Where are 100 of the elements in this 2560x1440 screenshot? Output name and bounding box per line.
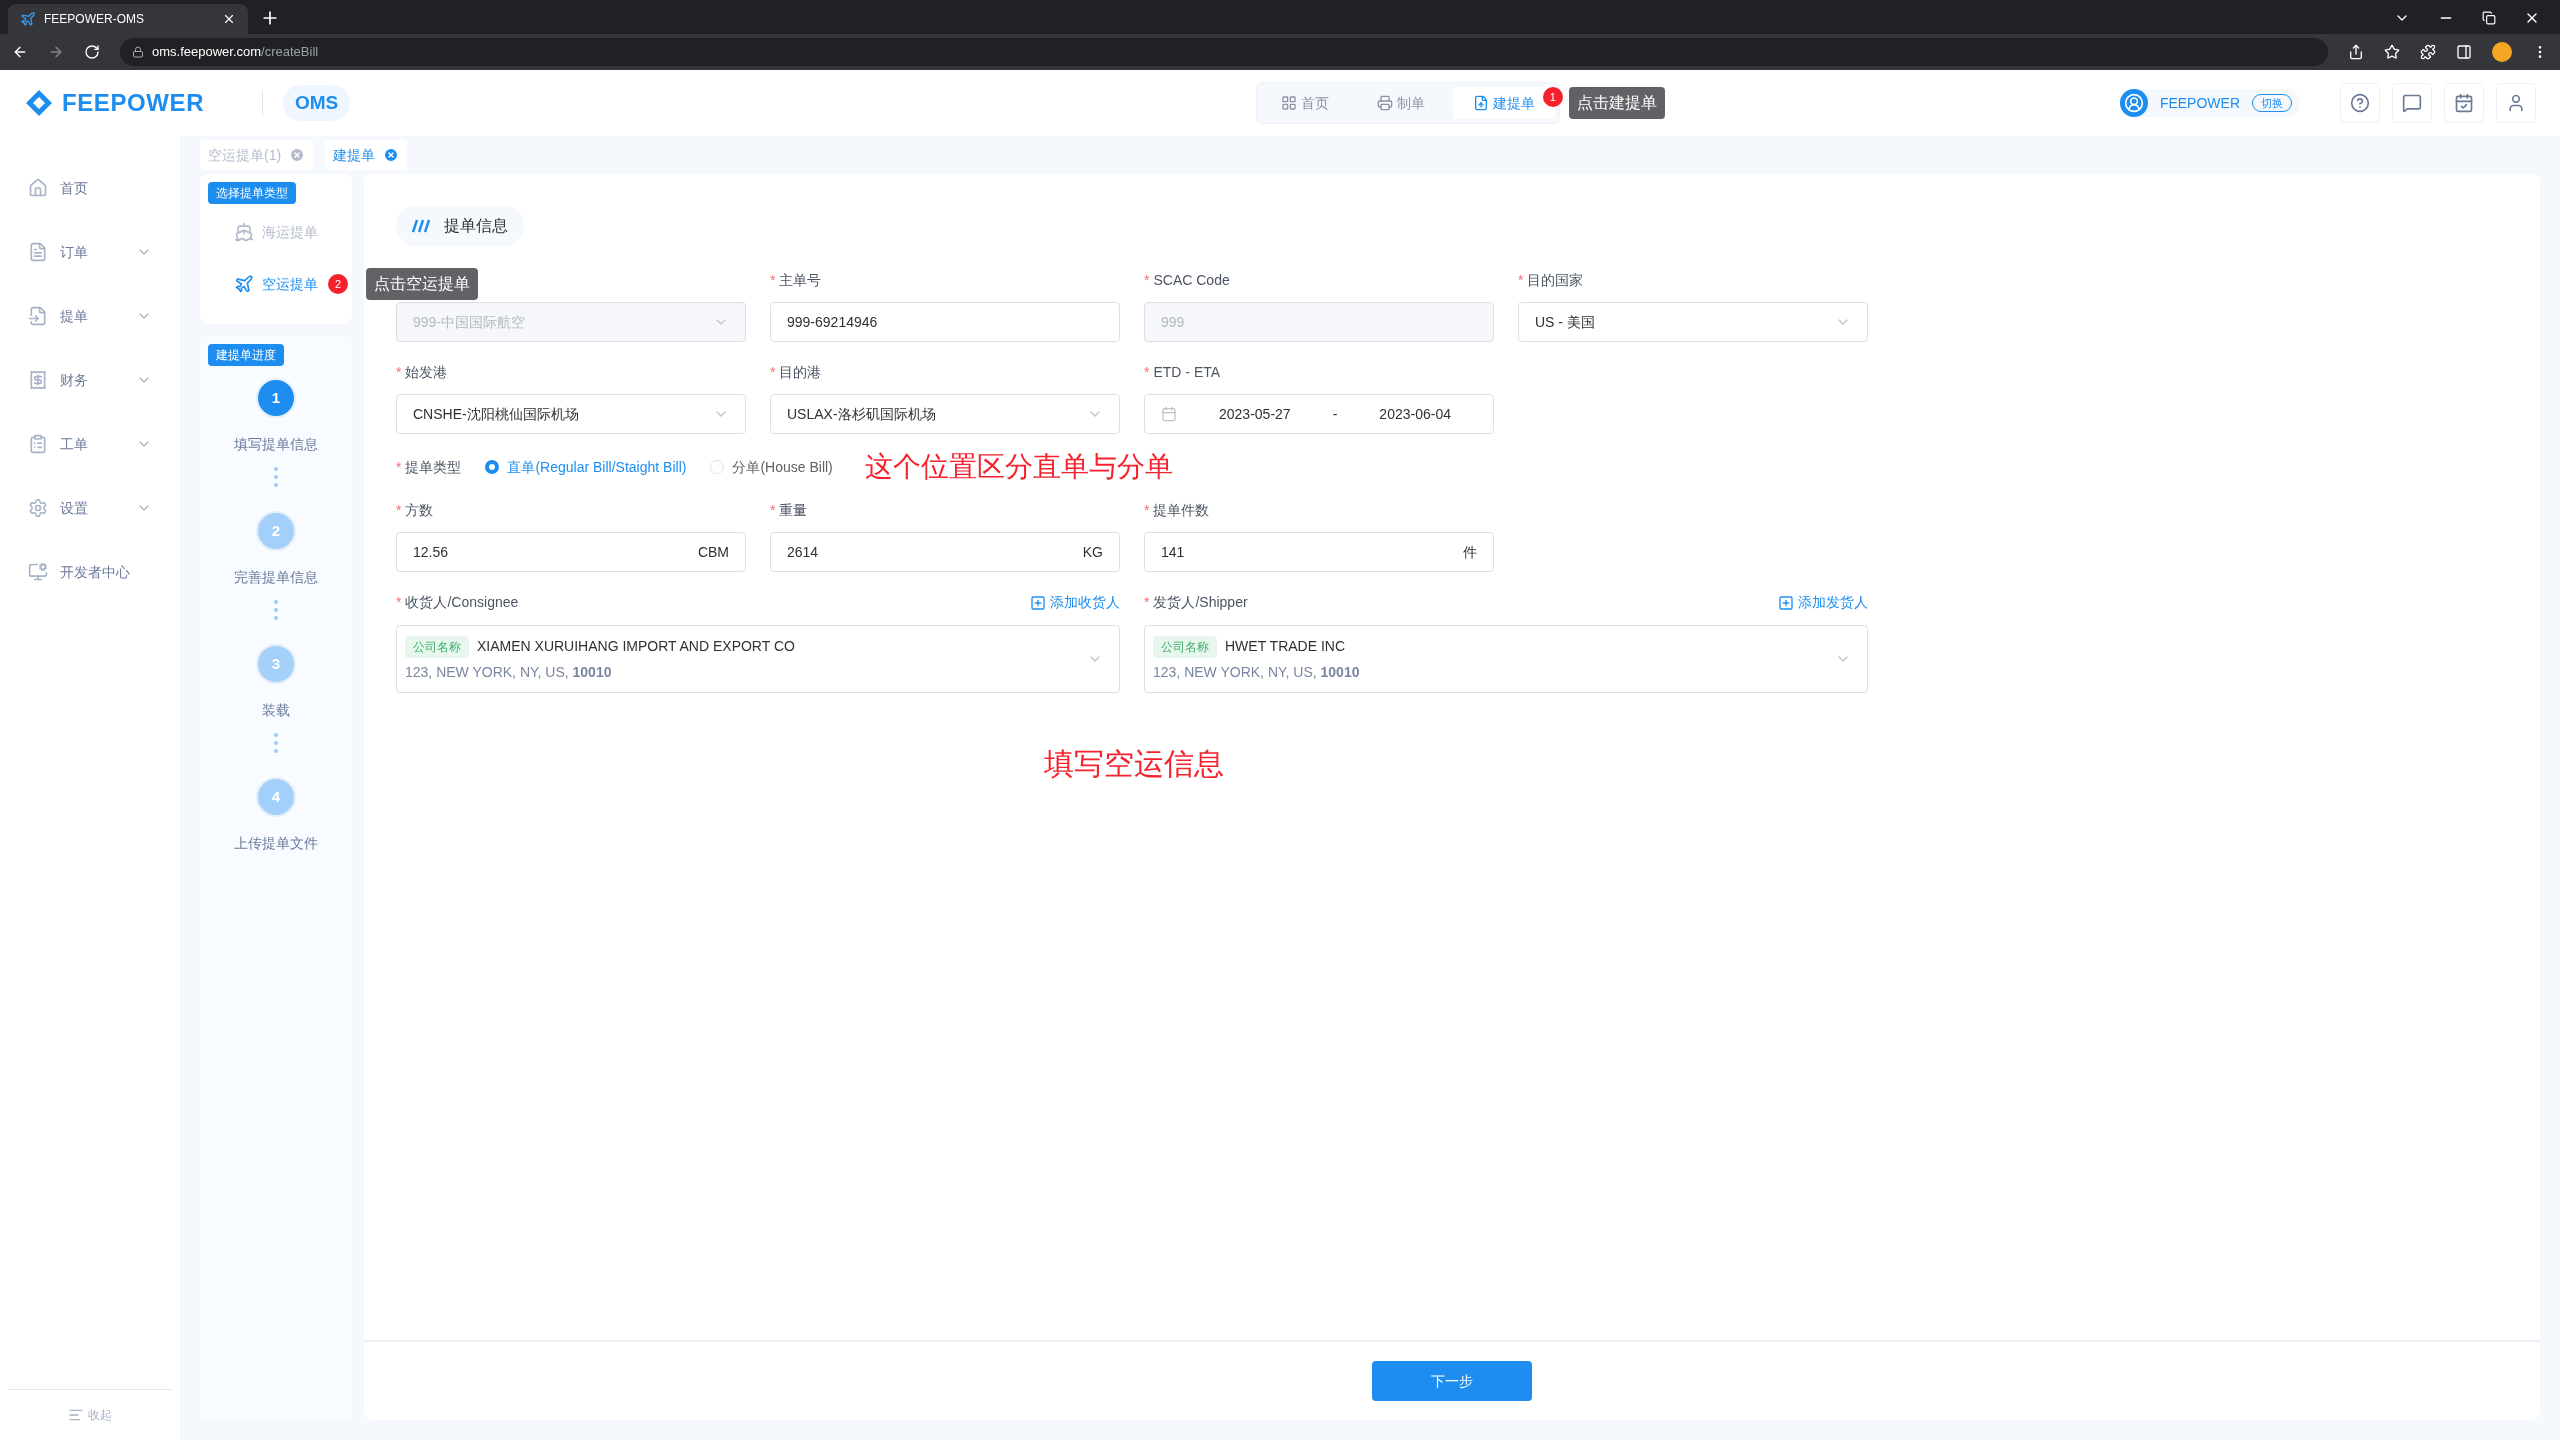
input-field[interactable]: 141 件 <box>1144 532 1494 572</box>
printer-icon <box>1376 95 1393 111</box>
annotation-text: 填写空运信息 <box>1043 746 1224 782</box>
field-label: 方数 <box>405 500 434 520</box>
required-mark: * <box>1144 362 1150 382</box>
add-link[interactable]: 添加发货人 <box>1778 592 1868 613</box>
home-icon <box>28 178 48 198</box>
select-field[interactable]: USLAX-洛杉矶国际机场 <box>770 394 1120 434</box>
help-icon[interactable] <box>2340 83 2380 123</box>
bookmark-icon[interactable] <box>2384 44 2400 60</box>
reload-icon[interactable] <box>84 44 100 60</box>
document-icon <box>28 242 48 262</box>
receipt-icon <box>28 370 48 390</box>
company-name: HWET TRADE INC <box>1225 637 1346 656</box>
required-mark: * <box>396 362 402 382</box>
tab-favicon-icon <box>20 11 36 27</box>
radio-option[interactable]: 分单(House Bill) <box>710 456 833 478</box>
input-field[interactable]: 12.56 CBM <box>396 532 746 572</box>
plane-icon <box>234 274 254 294</box>
sidebar-item[interactable]: 订单 <box>0 220 180 284</box>
step-label: 填写提单信息 <box>234 435 318 454</box>
date-range-field[interactable]: 2023-05-27 - 2023-06-04 <box>1144 394 1494 434</box>
field-label: ETD - ETA <box>1153 362 1221 382</box>
field-label: 收货人/Consignee <box>405 593 519 612</box>
party-select[interactable]: 公司名称 XIAMEN XURUIHANG IMPORT AND EXPORT CO 123, NEW YORK, NY, US, 10010 <box>396 625 1120 693</box>
panel-title: 建提单进度 <box>208 344 284 366</box>
nav-tab[interactable]: 首页 <box>1260 87 1349 119</box>
field-label: 目的国家 <box>1527 270 1584 290</box>
collapse-icon <box>68 1407 84 1423</box>
required-mark: * <box>1518 270 1524 290</box>
settings-icon <box>28 498 48 518</box>
ship-icon <box>234 222 254 242</box>
tag: 公司名称 <box>1153 635 1217 658</box>
field-label: 重量 <box>779 500 808 520</box>
field-label: 提单类型 <box>405 457 462 477</box>
forward-icon[interactable] <box>48 44 64 60</box>
required-mark: * <box>396 500 402 520</box>
monitor-icon <box>28 562 48 582</box>
sidebar-item[interactable]: 财务 <box>0 348 180 412</box>
page-tab[interactable]: 建提单 <box>325 140 408 170</box>
party-select[interactable]: 公司名称 HWET TRADE INC 123, NEW YORK, NY, US, 10010 <box>1144 625 1868 693</box>
step-label: 装载 <box>262 701 290 720</box>
field-label: SCAC Code <box>1153 270 1230 290</box>
nav-tab[interactable]: 制单 <box>1356 87 1445 119</box>
close-icon[interactable] <box>222 12 236 26</box>
extensions-icon[interactable] <box>2420 44 2436 60</box>
step-connector <box>274 600 278 620</box>
field-label: 提单件数 <box>1153 500 1210 520</box>
sidebar-item[interactable]: 首页 <box>0 156 180 220</box>
share-icon[interactable] <box>2348 44 2364 60</box>
sidebar-item[interactable]: 工单 <box>0 412 180 476</box>
address-bar[interactable]: oms.feepower.com/createBill <box>120 38 2328 66</box>
sidebar-item[interactable]: 提单 <box>0 284 180 348</box>
step-connector <box>274 733 278 753</box>
required-mark: * <box>396 457 402 477</box>
add-link[interactable]: 添加收货人 <box>1030 592 1120 613</box>
sidebar-item[interactable]: 设置 <box>0 476 180 540</box>
restore-icon[interactable] <box>2482 11 2496 25</box>
field-label: 始发港 <box>405 362 448 382</box>
bill-type-option[interactable]: 空运提单 <box>234 273 318 295</box>
slash-icon <box>412 219 432 233</box>
calendar-icon <box>1161 406 1177 422</box>
required-mark: * <box>1144 593 1150 612</box>
step-badge: 2 <box>328 274 348 294</box>
step-label: 完善提单信息 <box>234 568 318 587</box>
user-chip[interactable]: FEEPOWER 切换 <box>2119 89 2300 117</box>
required-mark: * <box>1144 500 1150 520</box>
required-mark: * <box>770 362 776 382</box>
app-name: OMS <box>283 84 351 122</box>
unit-label: KG <box>1082 542 1103 562</box>
add-icon <box>1030 594 1046 611</box>
browser-tab[interactable]: FEEPOWER-OMS <box>8 4 248 34</box>
select-field[interactable]: US - 美国 <box>1518 302 1868 342</box>
back-icon[interactable] <box>12 44 28 60</box>
user-icon[interactable] <box>2496 83 2536 123</box>
calendar-icon[interactable] <box>2444 83 2484 123</box>
field-label: 发货人/Shipper <box>1153 593 1248 612</box>
input-field[interactable]: 2614 KG <box>770 532 1120 572</box>
input-field[interactable]: 999-69214946 <box>770 302 1120 342</box>
tag: 公司名称 <box>405 635 469 658</box>
message-icon[interactable] <box>2392 83 2432 123</box>
user-avatar-icon <box>2119 89 2148 117</box>
company-name: XIAMEN XURUIHANG IMPORT AND EXPORT CO <box>477 637 795 656</box>
next-button[interactable]: 下一步 <box>1372 1361 1532 1401</box>
upload-icon <box>1472 95 1489 111</box>
clipboard-icon <box>28 434 48 454</box>
radio-option[interactable]: 直单(Regular Bill/Staight Bill) <box>485 456 687 478</box>
panel-title: 选择提单类型 <box>208 182 296 204</box>
logo-text: FEEPOWER <box>62 88 205 118</box>
side-panel-icon[interactable] <box>2456 44 2472 60</box>
url-text: oms.feepower.com/createBill <box>152 43 319 62</box>
step-label: 上传提单文件 <box>234 834 318 853</box>
unit-label: CBM <box>697 542 729 562</box>
grid-icon <box>1280 95 1297 111</box>
select-field[interactable]: CNSHE-沈阳桃仙国际机场 <box>396 394 746 434</box>
address-text: 123, NEW YORK, NY, US, 10010 <box>1153 662 1361 682</box>
annotation-text: 这个位置区分直单与分单 <box>864 450 1173 484</box>
required-mark: * <box>396 593 402 612</box>
sidebar-item[interactable]: 开发者中心 <box>0 540 180 604</box>
profile-avatar[interactable] <box>2492 42 2512 62</box>
